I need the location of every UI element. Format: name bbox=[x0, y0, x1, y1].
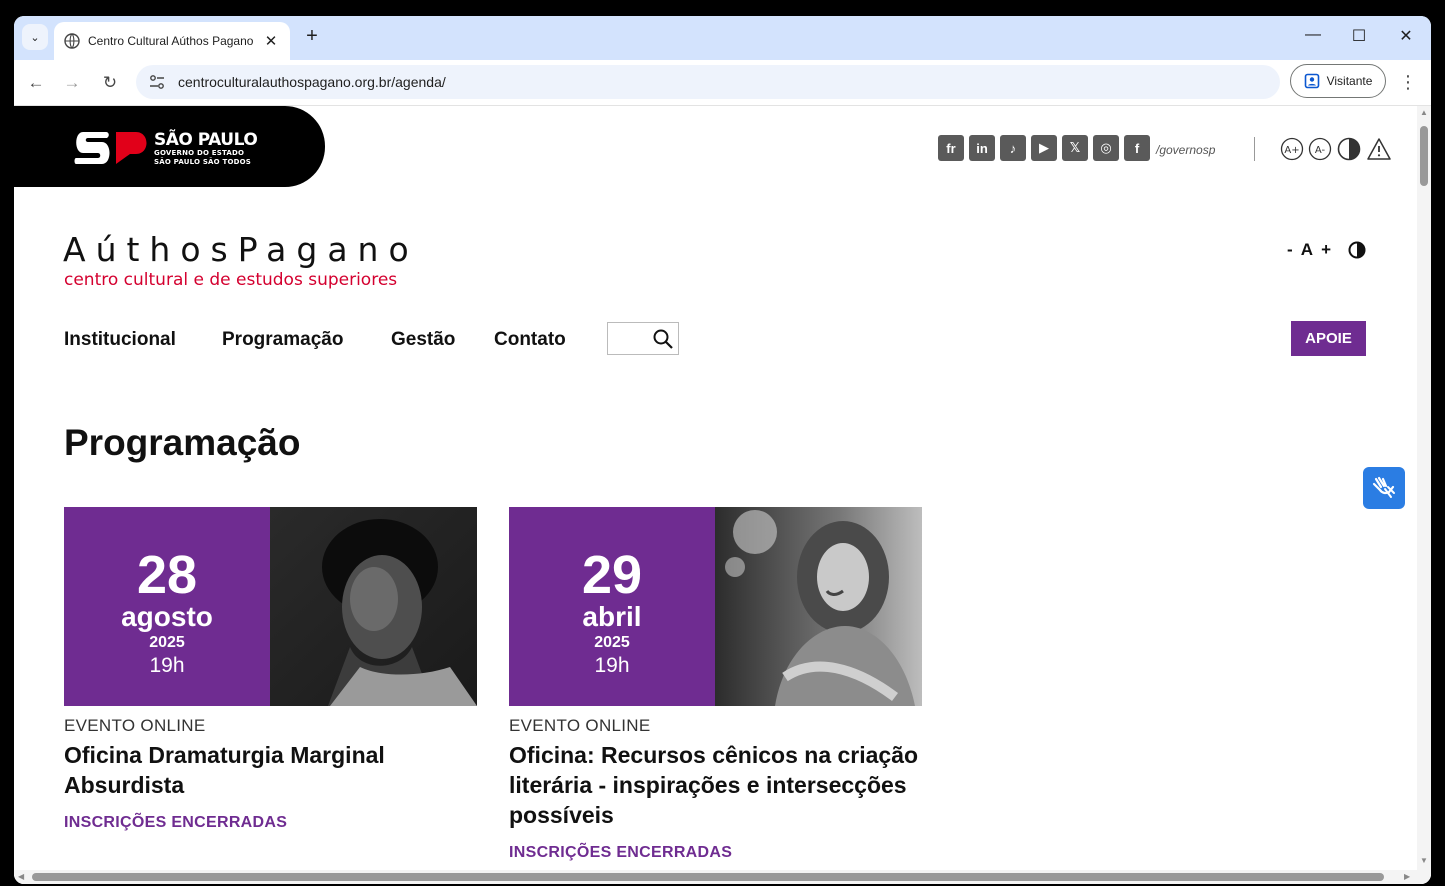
event-year: 2025 bbox=[149, 634, 185, 651]
scroll-down-arrow-icon[interactable]: ▼ bbox=[1419, 856, 1429, 865]
font-size-controls[interactable]: - A + bbox=[1287, 240, 1333, 260]
gov-handle: /governosp bbox=[1156, 143, 1216, 157]
close-window-button[interactable]: ✕ bbox=[1391, 26, 1421, 46]
event-title[interactable]: Oficina: Recursos cênicos na criação lit… bbox=[509, 740, 922, 830]
event-hour: 19h bbox=[594, 654, 630, 677]
event-card[interactable]: 28 agosto 2025 19h EVENTO ONLINE Oficina… bbox=[64, 507, 477, 832]
profile-button[interactable]: Visitante bbox=[1290, 64, 1386, 98]
vertical-scroll-thumb[interactable] bbox=[1420, 126, 1428, 186]
event-card[interactable]: 29 abril 2025 19h EVENTO ONLINE Oficina:… bbox=[509, 507, 922, 862]
address-bar[interactable]: centroculturalauthospagano.org.br/agenda… bbox=[136, 65, 1280, 99]
url-text: centroculturalauthospagano.org.br/agenda… bbox=[178, 74, 446, 90]
new-tab-button[interactable]: + bbox=[300, 25, 324, 49]
site-settings-icon[interactable] bbox=[148, 73, 166, 91]
scroll-up-arrow-icon[interactable]: ▲ bbox=[1419, 108, 1429, 117]
tab-bar: ⌄ Centro Cultural Aúthos Pagano ✕ + — ☐ … bbox=[14, 16, 1431, 60]
nav-contato[interactable]: Contato bbox=[494, 329, 566, 351]
maximize-button[interactable]: ☐ bbox=[1344, 26, 1374, 46]
back-button[interactable]: ← bbox=[24, 71, 48, 95]
youtube-icon[interactable]: ▶ bbox=[1031, 135, 1057, 161]
warning-icon[interactable] bbox=[1367, 137, 1391, 161]
vertical-scrollbar[interactable]: ▲ ▼ bbox=[1417, 106, 1431, 884]
increase-font-icon[interactable]: A+ bbox=[1280, 137, 1304, 161]
apoie-button[interactable]: APOIE bbox=[1291, 321, 1366, 356]
gov-sp-text: SÃO PAULO GOVERNO DO ESTADO SÃO PAULO SÃ… bbox=[154, 130, 258, 167]
chevron-down-icon: ⌄ bbox=[30, 31, 40, 44]
gov-sp-banner[interactable]: SÃO PAULO GOVERNO DO ESTADO SÃO PAULO SÃ… bbox=[14, 106, 325, 187]
browser-window: ⌄ Centro Cultural Aúthos Pagano ✕ + — ☐ … bbox=[14, 16, 1431, 884]
page-viewport: SÃO PAULO GOVERNO DO ESTADO SÃO PAULO SÃ… bbox=[14, 106, 1431, 884]
event-day: 29 bbox=[581, 545, 643, 605]
svg-text:A-: A- bbox=[1315, 145, 1326, 156]
contrast-toggle-icon[interactable] bbox=[1348, 241, 1366, 259]
minimize-button[interactable]: — bbox=[1298, 26, 1328, 44]
profile-label: Visitante bbox=[1326, 74, 1373, 88]
event-photo bbox=[715, 507, 922, 706]
instagram-icon[interactable]: ◎ bbox=[1093, 135, 1119, 161]
event-status: INSCRIÇÕES ENCERRADAS bbox=[64, 814, 288, 831]
tab-search-dropdown[interactable]: ⌄ bbox=[22, 24, 48, 50]
page-title: Programação bbox=[64, 422, 301, 463]
reload-button[interactable]: ↻ bbox=[98, 71, 122, 95]
event-status: INSCRIÇÕES ENCERRADAS bbox=[509, 844, 733, 861]
browser-menu-button[interactable]: ⋮ bbox=[1398, 70, 1418, 94]
search-input[interactable] bbox=[608, 323, 648, 354]
browser-toolbar: ← → ↻ centroculturalauthospagano.org.br/… bbox=[14, 60, 1431, 106]
decrease-font-icon[interactable]: A- bbox=[1308, 137, 1332, 161]
event-banner[interactable]: 29 abril 2025 19h bbox=[509, 507, 922, 706]
horizontal-scrollbar[interactable]: ◀ ▶ bbox=[14, 870, 1417, 884]
tiktok-icon[interactable]: ♪ bbox=[1000, 135, 1026, 161]
event-hour: 19h bbox=[149, 654, 185, 677]
portrait-man-image bbox=[270, 507, 477, 706]
close-tab-icon[interactable]: ✕ bbox=[262, 32, 280, 50]
site-logo-title[interactable]: AúthosPagano bbox=[63, 230, 419, 270]
gov-line2: GOVERNO DO ESTADO bbox=[154, 149, 245, 157]
gov-line3: SÃO PAULO SÃO TODOS bbox=[154, 158, 251, 166]
forward-button[interactable]: → bbox=[60, 71, 84, 95]
event-type: EVENTO ONLINE bbox=[64, 716, 206, 735]
event-year: 2025 bbox=[594, 634, 630, 651]
event-month: agosto bbox=[121, 601, 213, 632]
site-search bbox=[607, 322, 679, 355]
sp-logo bbox=[74, 132, 147, 164]
nav-institucional[interactable]: Institucional bbox=[64, 329, 176, 351]
event-type: EVENTO ONLINE bbox=[509, 716, 651, 735]
scroll-left-arrow-icon[interactable]: ◀ bbox=[18, 872, 24, 881]
svg-text:A+: A+ bbox=[1284, 145, 1299, 156]
profile-icon bbox=[1304, 73, 1319, 89]
nav-gestao[interactable]: Gestão bbox=[391, 329, 455, 351]
event-date-box: 29 abril 2025 19h bbox=[509, 507, 715, 706]
search-icon[interactable] bbox=[652, 328, 674, 350]
contrast-icon[interactable] bbox=[1337, 137, 1361, 161]
x-icon[interactable]: 𝕏 bbox=[1062, 135, 1088, 161]
gov-line1: SÃO PAULO bbox=[154, 130, 258, 150]
event-photo bbox=[270, 507, 477, 706]
flickr-icon[interactable]: fr bbox=[938, 135, 964, 161]
site-logo-subtitle: centro cultural e de estudos superiores bbox=[64, 270, 398, 290]
divider bbox=[1254, 137, 1255, 161]
event-month: abril bbox=[582, 601, 642, 632]
browser-tab[interactable]: Centro Cultural Aúthos Pagano ✕ bbox=[54, 22, 290, 60]
tab-title: Centro Cultural Aúthos Pagano bbox=[88, 34, 254, 48]
scroll-right-arrow-icon[interactable]: ▶ bbox=[1404, 872, 1410, 881]
horizontal-scroll-thumb[interactable] bbox=[32, 873, 1384, 881]
event-title[interactable]: Oficina Dramaturgia Marginal Absurdista bbox=[64, 740, 477, 800]
sign-language-icon bbox=[1372, 476, 1395, 498]
portrait-woman-image bbox=[715, 507, 922, 706]
vlibras-button[interactable] bbox=[1363, 467, 1405, 509]
event-date-box: 28 agosto 2025 19h bbox=[64, 507, 270, 706]
nav-programacao[interactable]: Programação bbox=[222, 329, 343, 351]
facebook-icon[interactable]: f bbox=[1124, 135, 1150, 161]
linkedin-icon[interactable]: in bbox=[969, 135, 995, 161]
event-day: 28 bbox=[136, 545, 198, 605]
globe-icon bbox=[64, 33, 80, 49]
event-banner[interactable]: 28 agosto 2025 19h bbox=[64, 507, 477, 706]
